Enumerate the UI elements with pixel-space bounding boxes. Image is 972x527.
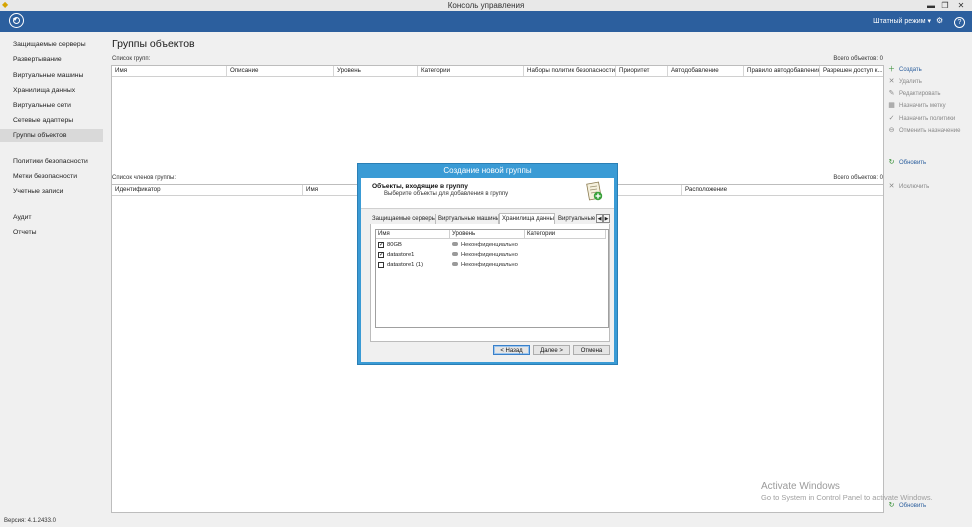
row-name: 80GB [387,242,402,248]
help-icon[interactable]: ? [954,17,965,28]
column-header[interactable]: Правило автодобавления [744,66,820,76]
sidebar-item-object-groups[interactable]: Группы объектов [0,129,103,142]
members-list-label: Список членов группы: [112,175,177,181]
sidebar: Защищаемые серверы Развертывание Виртуал… [0,32,103,516]
column-header[interactable]: Имя [376,230,450,239]
sidebar-item-security-policies[interactable]: Политики безопасности [0,155,103,168]
grid-icon: ▦ [888,102,895,109]
row-checkbox[interactable]: ✓ [378,252,384,258]
row-name: datastore1 [387,252,415,258]
create-group-dialog: Создание новой группы Объекты, входящие … [357,163,618,365]
dialog-header: Объекты, входящие в группу Выберите объе… [361,178,614,209]
column-header[interactable]: Идентификатор [112,185,303,195]
column-header[interactable]: Автодобавление [668,66,744,76]
row-name: datastore1 (1) [387,262,424,268]
sidebar-item-audit[interactable]: Аудит [0,211,103,224]
cancel-button[interactable]: Отмена [573,345,610,355]
dialog-body: Объекты, входящие в группу Выберите объе… [361,178,614,362]
plus-icon: ＋ [888,66,895,73]
dialog-subheading: Выберите объекты для добавления в группу [384,191,509,197]
members-count: Всего объектов: 0 [833,175,883,181]
level-icon [452,242,458,247]
actions-panel: ＋ Создать ✕ Удалить ✎ Редактировать ▦ Назнач… [883,32,972,516]
mode-label: Штатный режим [873,18,926,25]
level-icon [452,252,458,257]
list-item[interactable]: ✓ 80GB Неконфиденциально [376,240,608,250]
chevron-down-icon: ▾ [927,18,931,25]
row-checkbox[interactable]: ✓ [378,242,384,248]
create-button[interactable]: ＋ Создать [887,65,922,75]
sidebar-item-deployment[interactable]: Развертывание [0,53,103,66]
datastores-list[interactable]: Имя Уровень Категории ✓ 80GB Неконфиденц… [375,229,609,328]
sidebar-item-datastores[interactable]: Хранилища данных [0,84,103,97]
dialog-title: Создание новой группы [443,166,532,175]
sidebar-item-accounts[interactable]: Учетные записи [0,185,103,198]
app-header: Штатный режим ▾ ⚙ ? [0,11,972,32]
sidebar-item-network-adapters[interactable]: Сетевые адаптеры [0,114,103,127]
groups-count: Всего объектов: 0 [833,56,883,62]
activation-watermark-title: Activate Windows [761,481,840,492]
column-header[interactable]: Категории [418,66,524,76]
pencil-icon: ✎ [888,90,895,97]
check-icon: ✓ [888,115,895,122]
tab-scroll-left-button[interactable]: ◀ [596,214,603,223]
cancel-assign-button[interactable]: ⊖ Отменить назначение [887,126,961,136]
back-button[interactable]: < Назад [493,345,530,355]
activation-watermark-text: Go to System in Control Panel to activat… [761,493,933,502]
minus-circle-icon: ⊖ [888,127,895,134]
row-level: Неконфиденциально [452,240,518,250]
groups-list-label: Список групп: [112,56,151,62]
close-button[interactable]: ✕ [954,0,968,11]
column-header[interactable]: Описание [227,66,334,76]
refresh-icon: ↻ [888,159,895,166]
row-level: Неконфиденциально [452,250,518,260]
column-header[interactable]: Наборы политик безопасности [524,66,616,76]
status-bar: Версия: 4.1.2433.0 [0,516,972,527]
groups-table-header: Имя Описание Уровень Категории Наборы по… [112,66,883,77]
column-header[interactable]: Категории [525,230,606,239]
column-header[interactable]: Имя [112,66,227,76]
refresh-icon: ↻ [888,502,895,509]
column-header[interactable]: Уровень [450,230,525,239]
refresh-button[interactable]: ↻ Обновить [887,158,927,168]
tab-virtual-machines[interactable]: Виртуальные машины [436,214,499,224]
close-icon: ✕ [888,183,895,190]
datastores-tab-panel: Имя Уровень Категории ✓ 80GB Неконфиденц… [370,224,610,342]
next-button[interactable]: Далее > [533,345,570,355]
assign-policies-button[interactable]: ✓ Назначить политики [887,114,956,124]
sidebar-item-protected-servers[interactable]: Защищаемые серверы [0,38,103,51]
assign-label-button[interactable]: ▦ Назначить метку [887,101,945,111]
version-text: Версия: 4.1.2433.0 [4,518,56,524]
sidebar-item-security-labels[interactable]: Метки безопасности [0,170,103,183]
tab-scroll-right-button[interactable]: ▶ [603,214,610,223]
dialog-heading: Объекты, входящие в группу [372,183,468,190]
list-item[interactable]: datastore1 (1) Неконфиденциально [376,260,608,270]
document-add-icon [586,181,603,201]
page-title: Группы объектов [112,38,195,50]
column-header[interactable]: Разрешен доступ к... [820,66,883,76]
logo-icon[interactable] [9,13,24,28]
column-header[interactable]: Расположение [682,185,883,195]
sidebar-item-virtual-networks[interactable]: Виртуальные сети [0,99,103,112]
mode-selector[interactable]: Штатный режим ▾ [873,17,931,25]
delete-button[interactable]: ✕ Удалить [887,77,922,87]
sidebar-item-reports[interactable]: Отчеты [0,226,103,239]
edit-button[interactable]: ✎ Редактировать [887,89,941,99]
minimize-button[interactable]: ▬ [924,0,938,11]
close-icon: ✕ [888,78,895,85]
list-item[interactable]: ✓ datastore1 Неконфиденциально [376,250,608,260]
maximize-button[interactable]: ❐ [938,0,952,11]
row-level: Неконфиденциально [452,260,518,270]
window-title: Консоль управления [447,1,525,10]
tab-protected-servers[interactable]: Защищаемые серверы [370,214,436,224]
exclude-button[interactable]: ✕ Исключить [887,182,930,192]
settings-icon[interactable]: ⚙ [936,16,943,25]
row-checkbox[interactable] [378,262,384,268]
column-header[interactable]: Приоритет [616,66,668,76]
level-icon [452,262,458,267]
sidebar-item-virtual-machines[interactable]: Виртуальные машины [0,69,103,82]
column-header[interactable]: Уровень [334,66,418,76]
refresh-members-button[interactable]: ↻ Обновить [887,501,927,511]
tab-virtual-networks[interactable]: Виртуальные [556,214,596,224]
